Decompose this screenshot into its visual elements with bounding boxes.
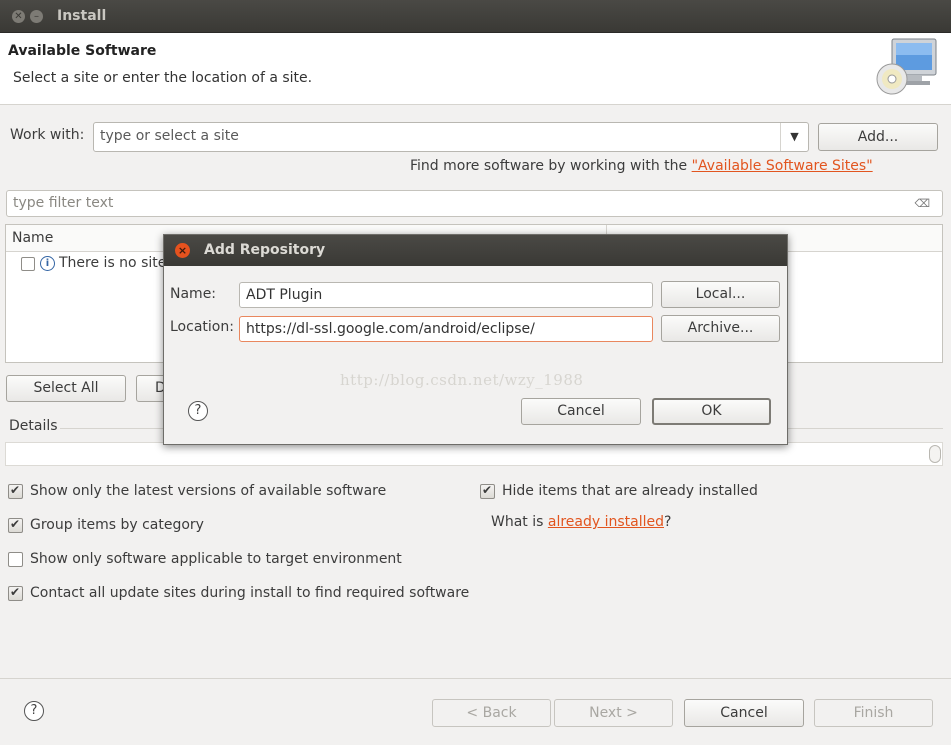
table-row-checkbox[interactable]	[21, 257, 35, 271]
finish-button[interactable]: Finish	[814, 699, 933, 727]
cancel-button[interactable]: Cancel	[684, 699, 804, 727]
target-environment-checkbox[interactable]	[8, 552, 23, 567]
location-label: Location:	[170, 319, 234, 335]
work-with-label: Work with:	[10, 127, 85, 143]
dialog-cancel-button[interactable]: Cancel	[521, 398, 641, 425]
add-repository-dialog: × Add Repository Name: ADT Plugin Local.…	[163, 234, 788, 445]
group-by-category-label: Group items by category	[30, 517, 204, 533]
details-scrollbar[interactable]	[929, 445, 941, 463]
watermark-text: http://blog.csdn.net/wzy_1988	[340, 371, 584, 389]
details-area	[5, 442, 943, 466]
location-field[interactable]: https://dl-ssl.google.com/android/eclips…	[239, 316, 653, 342]
page-description: Select a site or enter the location of a…	[13, 70, 313, 86]
archive-button[interactable]: Archive...	[661, 315, 780, 342]
window-titlebar: ✕ – Install	[0, 0, 951, 33]
what-is-prefix: What is	[491, 514, 548, 530]
dialog-title: Add Repository	[204, 242, 326, 258]
minimize-window-icon[interactable]: –	[30, 10, 43, 23]
name-column-header[interactable]: Name	[12, 230, 53, 246]
group-by-category-checkbox[interactable]	[8, 517, 23, 533]
more-software-prefix: Find more software by working with the	[410, 158, 692, 174]
contact-update-sites-checkbox[interactable]	[8, 585, 23, 601]
footer-divider	[0, 678, 951, 679]
close-window-icon[interactable]: ✕	[12, 10, 25, 23]
already-installed-link[interactable]: already installed	[548, 514, 664, 530]
details-label: Details	[9, 418, 58, 434]
info-icon: i	[40, 256, 55, 271]
page-title: Available Software	[8, 43, 157, 59]
table-row-text: There is no site s	[59, 255, 179, 271]
name-label: Name:	[170, 286, 217, 302]
contact-update-sites-label: Contact all update sites during install …	[30, 585, 470, 601]
latest-versions-checkbox[interactable]	[8, 483, 23, 499]
filter-placeholder: type filter text	[13, 195, 114, 211]
dialog-titlebar: × Add Repository	[164, 235, 787, 266]
target-environment-label: Show only software applicable to target …	[30, 551, 402, 567]
local-button[interactable]: Local...	[661, 281, 780, 308]
location-value: https://dl-ssl.google.com/android/eclips…	[246, 321, 535, 337]
install-software-icon	[876, 38, 937, 95]
what-is-installed-text: What is already installed?	[491, 514, 671, 530]
work-with-placeholder: type or select a site	[100, 128, 239, 144]
what-is-suffix: ?	[664, 514, 672, 530]
latest-versions-label: Show only the latest versions of availab…	[30, 483, 387, 499]
work-with-combo[interactable]: type or select a site ▼	[93, 122, 809, 152]
dialog-ok-button[interactable]: OK	[652, 398, 771, 425]
help-icon[interactable]: ?	[24, 701, 44, 721]
window-title: Install	[57, 8, 107, 24]
hide-installed-label: Hide items that are already installed	[502, 483, 758, 499]
name-field[interactable]: ADT Plugin	[239, 282, 653, 308]
name-value: ADT Plugin	[246, 287, 323, 303]
more-software-text: Find more software by working with the "…	[410, 158, 873, 174]
close-dialog-icon[interactable]: ×	[175, 243, 190, 258]
dropdown-arrow-icon[interactable]: ▼	[780, 123, 808, 151]
back-button[interactable]: < Back	[432, 699, 551, 727]
wizard-banner: Available Software Select a site or ente…	[0, 33, 951, 105]
next-button[interactable]: Next >	[554, 699, 673, 727]
clear-filter-icon[interactable]: ⌫	[914, 197, 930, 210]
filter-input[interactable]: type filter text ⌫	[6, 190, 943, 217]
dialog-help-icon[interactable]: ?	[188, 401, 208, 421]
add-site-button[interactable]: Add...	[818, 123, 938, 151]
select-all-button[interactable]: Select All	[6, 375, 126, 402]
hide-installed-checkbox[interactable]	[480, 483, 495, 499]
available-software-sites-link[interactable]: "Available Software Sites"	[692, 158, 873, 174]
